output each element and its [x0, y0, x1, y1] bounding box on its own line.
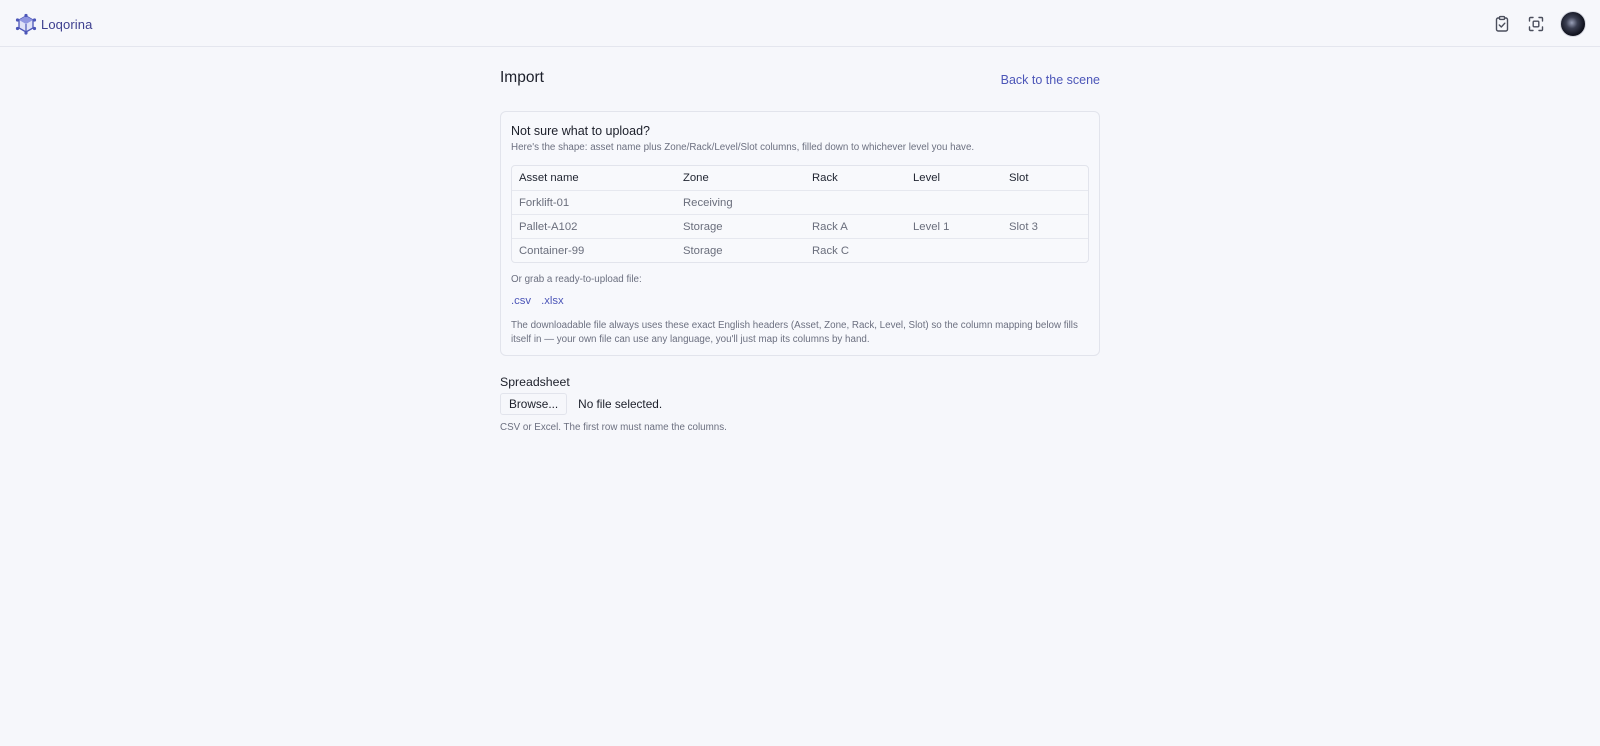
column-header-rack: Rack [812, 172, 838, 184]
template-download-label: Or grab a ready-to-upload file: [511, 274, 642, 285]
avatar[interactable] [1560, 11, 1586, 37]
clipboard-check-icon [1495, 15, 1509, 32]
cell-zone: Storage [676, 214, 805, 238]
cell-level: Level 1 [906, 214, 1002, 238]
tasks-button[interactable] [1492, 14, 1512, 34]
spreadsheet-label: Spreadsheet [500, 375, 570, 389]
help-subtitle: Here's the shape: asset name plus Zone/R… [511, 142, 975, 153]
cube-network-icon [15, 13, 37, 35]
cell-zone: Receiving [676, 190, 805, 214]
browse-button[interactable]: Browse... [500, 393, 568, 415]
file-input: Browse... No file selected. [500, 393, 1100, 415]
scan-button[interactable] [1526, 14, 1546, 34]
back-to-scene-link[interactable]: Back to the scene [1001, 73, 1100, 87]
template-note: The downloadable file always uses these … [511, 320, 1078, 345]
cell-zone: Storage [676, 238, 805, 262]
cell-asset: Forklift-01 [512, 190, 676, 214]
file-status: No file selected. [578, 397, 663, 411]
cell-slot [1002, 238, 1088, 262]
download-xlsx-link[interactable]: .xlsx [541, 295, 564, 311]
cell-level [906, 190, 1002, 214]
column-header-asset: Asset name [519, 172, 579, 184]
column-header-zone: Zone [683, 172, 709, 184]
upload-help-card: Not sure what to upload? Here's the shap… [500, 111, 1100, 356]
table-row: Container-99 Storage Rack C [512, 238, 1088, 262]
download-csv-link[interactable]: .csv [511, 295, 531, 311]
cell-rack: Rack A [805, 214, 906, 238]
example-table: Asset name Zone Rack Level Slot Forklift… [511, 165, 1089, 263]
spreadsheet-upload: Spreadsheet Browse... No file selected. … [500, 375, 1100, 433]
top-bar: Loqorina [0, 0, 1600, 47]
import-page: Import Back to the scene Not sure what t… [500, 47, 1100, 433]
cell-asset: Pallet-A102 [512, 214, 676, 238]
cell-rack: Rack C [805, 238, 906, 262]
cell-rack [805, 190, 906, 214]
upload-hint: CSV or Excel. The first row must name th… [500, 422, 727, 433]
top-actions [1492, 10, 1586, 38]
page-header: Import Back to the scene [500, 47, 1100, 107]
brand-name: Loqorina [41, 16, 93, 32]
cell-slot [1002, 190, 1088, 214]
page-title: Import [500, 69, 544, 86]
column-header-slot: Slot [1009, 172, 1029, 184]
table-row: Pallet-A102 Storage Rack A Level 1 Slot … [512, 214, 1088, 238]
table-header-row: Asset name Zone Rack Level Slot [512, 166, 1088, 190]
column-header-level: Level [913, 172, 941, 184]
cell-slot: Slot 3 [1002, 214, 1088, 238]
template-download-links: .csv .xlsx [511, 295, 1089, 311]
cell-level [906, 238, 1002, 262]
help-title: Not sure what to upload? [511, 124, 650, 138]
table-row: Forklift-01 Receiving [512, 190, 1088, 214]
scan-icon [1528, 16, 1544, 32]
brand-logo-link[interactable]: Loqorina [15, 13, 92, 35]
cell-asset: Container-99 [512, 238, 676, 262]
